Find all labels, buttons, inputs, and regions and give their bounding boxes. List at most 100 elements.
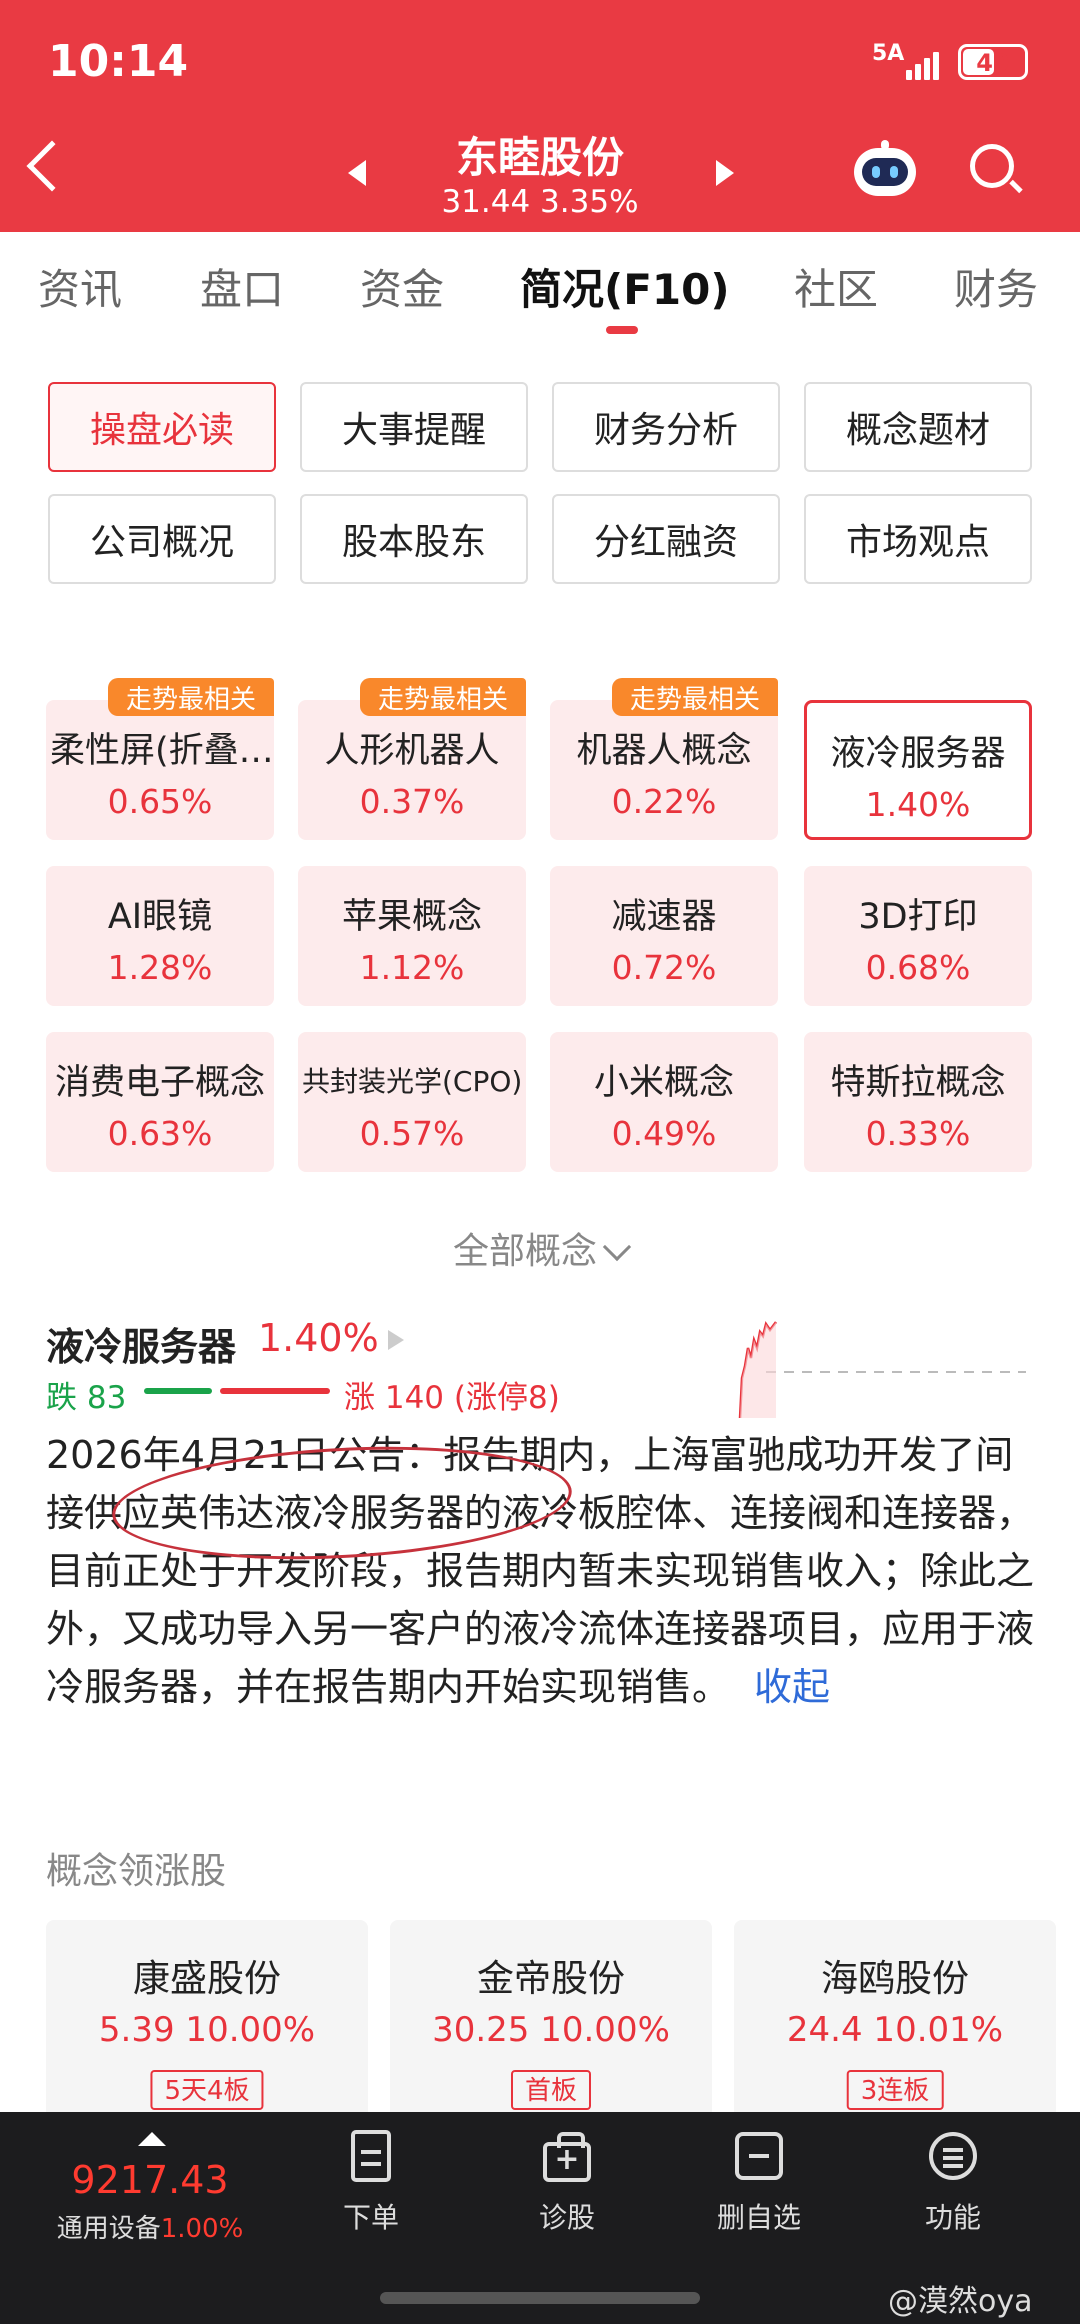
medkit-icon — [543, 2132, 591, 2182]
concept-pct: 0.72% — [611, 948, 717, 987]
concept-name: 共封装光学(CPO) — [302, 1065, 523, 1098]
leader-card[interactable]: 康盛股份 5.39 10.00% 5天4板 — [46, 1920, 368, 2120]
concept-name: 3D打印 — [858, 897, 978, 937]
active-tab-indicator — [606, 326, 638, 334]
sector-index-name: 通用设备 — [56, 2214, 161, 2244]
order-button[interactable]: 下单 — [296, 2130, 446, 2236]
order-label: 下单 — [342, 2201, 399, 2234]
concept-name: AI眼镜 — [107, 897, 213, 937]
leader-card[interactable]: 海鸥股份 24.4 10.01% 3连板 — [734, 1920, 1056, 2120]
concept-card[interactable]: AI眼镜 1.28% — [46, 866, 274, 1006]
all-concepts-toggle[interactable]: 全部概念 — [0, 1222, 1080, 1274]
diagnose-label: 诊股 — [538, 2201, 595, 2234]
functions-label: 功能 — [924, 2201, 981, 2234]
concept-tag: 走势最相关 — [360, 678, 526, 716]
concept-pct: 0.37% — [359, 782, 465, 821]
all-concepts-label: 全部概念 — [452, 1231, 597, 1272]
concept-name: 消费电子概念 — [54, 1063, 265, 1103]
next-stock-icon[interactable] — [716, 160, 734, 186]
concept-pct: 0.65% — [107, 782, 213, 821]
concept-card-selected[interactable]: 液冷服务器 1.40% — [804, 700, 1032, 840]
home-indicator[interactable] — [380, 2292, 700, 2304]
concept-tag: 走势最相关 — [108, 678, 274, 716]
play-arrow-icon[interactable] — [388, 1330, 404, 1350]
fall-count: 跌 83 — [46, 1380, 127, 1416]
tab-f10[interactable]: 简况(F10) — [520, 256, 730, 317]
sector-index-label: 通用设备1.00% — [0, 2208, 300, 2245]
concept-card[interactable]: 走势最相关 柔性屏(折叠… 0.65% — [46, 678, 274, 840]
concept-name: 机器人概念 — [576, 731, 752, 771]
app-header: 10:14 5A 49 东睦股份 31.44 3.35% — [0, 0, 1080, 232]
ai-assistant-icon[interactable] — [850, 140, 920, 198]
concept-card[interactable]: 减速器 0.72% — [550, 866, 778, 1006]
concept-detail-title: 液冷服务器 — [46, 1325, 237, 1369]
leader-card[interactable]: 金帝股份 30.25 10.00% 首板 — [390, 1920, 712, 2120]
document-icon — [351, 2130, 391, 2182]
search-icon[interactable] — [970, 144, 1023, 194]
status-time: 10:14 — [48, 36, 189, 87]
menu-circle-icon — [929, 2132, 977, 2180]
sub-btn-company-profile[interactable]: 公司概况 — [48, 494, 276, 584]
sub-btn-trading-guide[interactable]: 操盘必读 — [48, 382, 276, 472]
concept-name: 小米概念 — [593, 1063, 734, 1103]
collapse-link[interactable]: 收起 — [754, 1665, 830, 1709]
tab-funds[interactable]: 资金 — [360, 256, 444, 317]
concept-pct: 1.12% — [359, 948, 465, 987]
sub-btn-dividends[interactable]: 分红融资 — [552, 494, 780, 584]
concept-name: 柔性屏(折叠… — [50, 731, 274, 771]
concept-name: 液冷服务器 — [830, 734, 1006, 774]
sector-index-pct: 1.00% — [160, 2214, 244, 2244]
tab-community[interactable]: 社区 — [794, 256, 878, 317]
functions-button[interactable]: 功能 — [878, 2130, 1028, 2236]
sub-btn-financial-analysis[interactable]: 财务分析 — [552, 382, 780, 472]
tab-quote[interactable]: 盘口 — [200, 256, 284, 317]
concept-pct: 1.40% — [865, 785, 971, 824]
stock-price: 31.44 3.35% — [441, 184, 639, 220]
leaders-title: 概念领涨股 — [46, 1851, 227, 1892]
leader-value: 5.39 10.00% — [98, 2010, 316, 2050]
tab-news[interactable]: 资讯 — [38, 256, 122, 317]
signal-icon — [906, 46, 946, 80]
rise-count: 涨 140 (涨停8) — [344, 1380, 560, 1416]
fall-bar — [144, 1388, 212, 1394]
tab-finance[interactable]: 财务 — [954, 256, 1038, 317]
leader-name: 海鸥股份 — [821, 1957, 969, 2000]
concept-card[interactable]: 走势最相关 机器人概念 0.22% — [550, 678, 778, 840]
leader-badge: 5天4板 — [150, 2070, 264, 2110]
expand-up-icon[interactable] — [138, 2132, 166, 2146]
concept-name: 减速器 — [611, 897, 717, 937]
diagnose-button[interactable]: 诊股 — [492, 2130, 642, 2236]
concept-name: 苹果概念 — [341, 897, 482, 937]
concept-card[interactable]: 小米概念 0.49% — [550, 1032, 778, 1172]
rise-bar — [220, 1388, 330, 1394]
concept-tag: 走势最相关 — [612, 678, 778, 716]
concept-pct: 0.68% — [865, 948, 971, 987]
sub-btn-events[interactable]: 大事提醒 — [300, 382, 528, 472]
sub-btn-concepts[interactable]: 概念题材 — [804, 382, 1032, 472]
remove-watchlist-button[interactable]: 删自选 — [684, 2130, 834, 2236]
concept-pct: 0.63% — [107, 1114, 213, 1153]
sector-index-value[interactable]: 9217.43 — [0, 2158, 300, 2202]
sub-btn-shareholders[interactable]: 股本股东 — [300, 494, 528, 584]
concept-pct: 0.49% — [611, 1114, 717, 1153]
network-indicator: 5A — [872, 41, 905, 66]
concept-card[interactable]: 走势最相关 人形机器人 0.37% — [298, 678, 526, 840]
prev-stock-icon[interactable] — [348, 160, 366, 186]
leader-name: 康盛股份 — [133, 1957, 281, 2000]
concept-card[interactable]: 苹果概念 1.12% — [298, 866, 526, 1006]
back-icon[interactable] — [26, 140, 78, 192]
chevron-down-icon — [602, 1232, 632, 1262]
battery-level: 49 — [976, 49, 1010, 77]
concept-card[interactable]: 3D打印 0.68% — [804, 866, 1032, 1006]
minus-square-icon — [735, 2132, 783, 2180]
concept-card[interactable]: 共封装光学(CPO) 0.57% — [298, 1032, 526, 1172]
sub-btn-market-views[interactable]: 市场观点 — [804, 494, 1032, 584]
leader-name: 金帝股份 — [477, 1957, 625, 2000]
leader-value: 30.25 10.00% — [432, 2010, 670, 2050]
intraday-sparkline — [738, 1320, 1026, 1418]
battery-icon: 49 — [958, 44, 1028, 80]
concept-pct: 0.57% — [359, 1114, 465, 1153]
concept-card[interactable]: 消费电子概念 0.63% — [46, 1032, 274, 1172]
concept-card[interactable]: 特斯拉概念 0.33% — [804, 1032, 1032, 1172]
leader-badge: 3连板 — [846, 2070, 944, 2110]
